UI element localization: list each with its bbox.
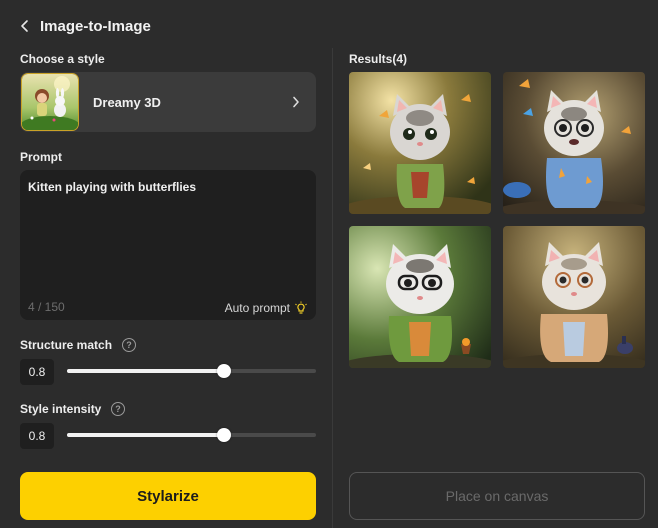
result-image-3[interactable] — [349, 226, 491, 368]
prompt-text: Kitten playing with butterflies — [28, 180, 197, 194]
chevron-left-icon — [21, 20, 28, 32]
stylarize-button[interactable]: Stylarize — [20, 472, 316, 520]
back-button[interactable] — [20, 16, 36, 36]
auto-prompt-label: Auto prompt — [224, 301, 290, 315]
structure-match-slider[interactable] — [67, 363, 316, 379]
result-image-2[interactable] — [503, 72, 645, 214]
style-intensity-label: Style intensity — [20, 402, 102, 416]
structure-match-help-icon[interactable]: ? — [122, 338, 136, 352]
slider-thumb[interactable] — [217, 364, 231, 378]
result-image-1[interactable] — [349, 72, 491, 214]
page-title: Image-to-Image — [40, 17, 151, 35]
result-image-4[interactable] — [503, 226, 645, 368]
header: Image-to-Image — [20, 14, 151, 38]
style-intensity-slider[interactable] — [67, 427, 316, 443]
prompt-section-label: Prompt — [20, 150, 62, 164]
panel-divider — [332, 48, 333, 528]
style-thumbnail — [21, 73, 79, 131]
style-section-label: Choose a style — [20, 52, 105, 66]
lightbulb-icon — [295, 301, 307, 314]
slider-fill — [67, 433, 224, 437]
slider-fill — [67, 369, 224, 373]
place-on-canvas-button[interactable]: Place on canvas — [349, 472, 645, 520]
prompt-textarea[interactable]: Kitten playing with butterflies 4 / 150 … — [20, 170, 316, 320]
prompt-char-counter: 4 / 150 — [28, 300, 65, 314]
structure-match-value[interactable]: 0.8 — [20, 359, 54, 385]
results-label: Results(4) — [349, 52, 408, 66]
style-selector[interactable]: Dreamy 3D — [20, 72, 316, 132]
style-intensity-value[interactable]: 0.8 — [20, 423, 54, 449]
chevron-right-icon — [292, 96, 300, 108]
slider-thumb[interactable] — [217, 428, 231, 442]
style-name: Dreamy 3D — [93, 94, 161, 110]
auto-prompt-button[interactable]: Auto prompt — [225, 301, 308, 315]
structure-match-label: Structure match — [20, 338, 113, 352]
style-intensity-help-icon[interactable]: ? — [111, 402, 125, 416]
